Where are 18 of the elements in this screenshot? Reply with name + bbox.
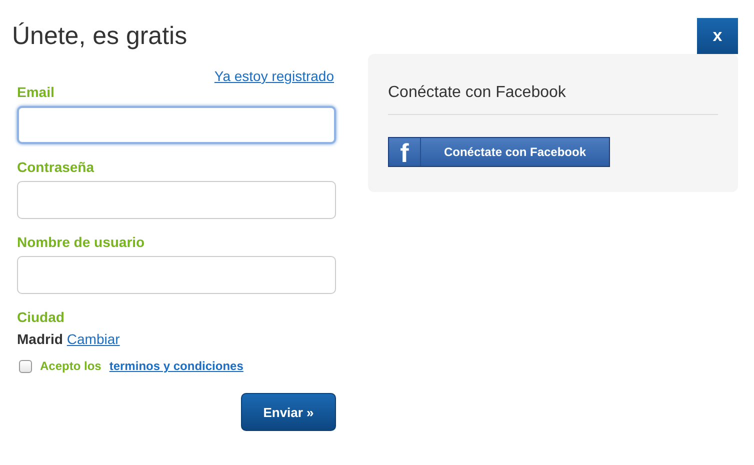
- dialog-title: Únete, es gratis: [12, 22, 188, 50]
- login-link[interactable]: Ya estoy registrado: [214, 68, 334, 84]
- city-value: Madrid: [17, 331, 63, 347]
- field-label: Email: [17, 84, 54, 100]
- checkbox[interactable]: [19, 360, 32, 372]
- close-button[interactable]: x: [697, 18, 738, 54]
- field-label: Ciudad: [17, 309, 64, 325]
- terms-link[interactable]: terminos y condiciones: [109, 359, 244, 373]
- facebook-button[interactable]: f Conéctate con Facebook: [388, 137, 610, 167]
- input-field[interactable]: [17, 256, 336, 294]
- field-label: Nombre de usuario: [17, 234, 145, 250]
- submit-button[interactable]: Enviar »: [241, 393, 336, 431]
- input-field[interactable]: [17, 106, 336, 144]
- input-field[interactable]: [17, 181, 336, 219]
- terms-label: Acepto los: [40, 359, 102, 373]
- field-label: Contraseña: [17, 159, 94, 175]
- panel-heading: Conéctate con Facebook: [388, 84, 718, 115]
- change-link[interactable]: Cambiar: [66, 331, 120, 347]
